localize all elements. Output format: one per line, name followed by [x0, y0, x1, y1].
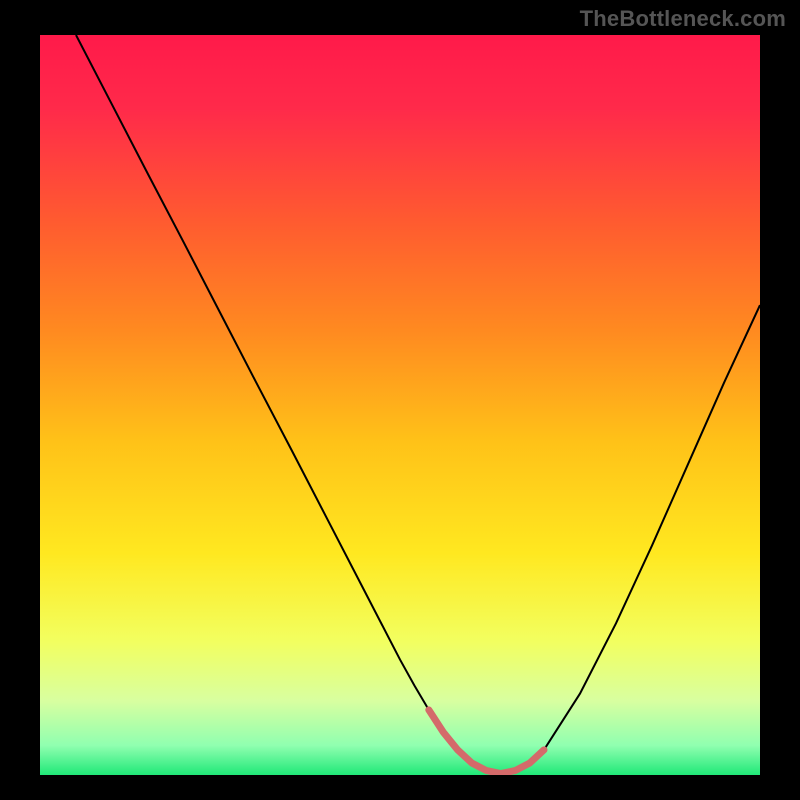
gradient-background	[40, 35, 760, 775]
chart-stage: TheBottleneck.com	[0, 0, 800, 800]
watermark-text: TheBottleneck.com	[580, 6, 786, 32]
bottleneck-chart	[0, 0, 800, 800]
